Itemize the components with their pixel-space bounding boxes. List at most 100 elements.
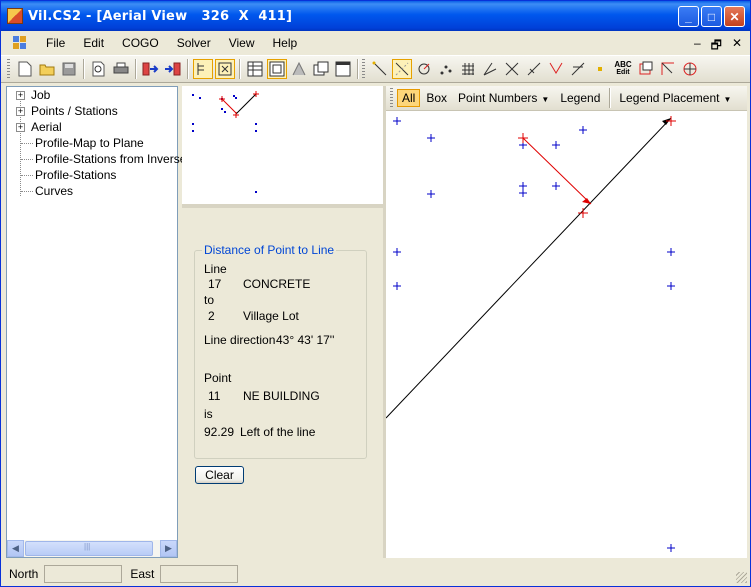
- new-icon[interactable]: [15, 59, 35, 79]
- diagonal-icon[interactable]: [524, 59, 544, 79]
- resize-grip[interactable]: [736, 572, 747, 583]
- arc-corner-icon[interactable]: [658, 59, 678, 79]
- aerial-toolbar-grip[interactable]: [390, 88, 393, 108]
- grid-icon[interactable]: [458, 59, 478, 79]
- tree-item-curves[interactable]: Curves: [7, 183, 73, 199]
- overview-point: [192, 123, 194, 125]
- survey-point: [393, 117, 401, 125]
- pane-icon[interactable]: [267, 59, 287, 79]
- aerial-toolbar: All Box Point Numbers ▼ Legend Legend Pla…: [386, 86, 747, 111]
- scroll-left-icon[interactable]: ◀: [7, 540, 24, 557]
- chevron-down-icon: ▼: [723, 95, 732, 104]
- to-point-number: 2: [208, 309, 215, 323]
- tree-item-label: Job: [31, 88, 51, 102]
- menu-edit[interactable]: Edit: [74, 36, 113, 50]
- circle-quarter-icon[interactable]: [680, 59, 700, 79]
- overview-point: [192, 94, 194, 96]
- line-label: Line: [204, 262, 227, 276]
- tree-item-job[interactable]: + Job: [7, 87, 50, 103]
- toolbar-grip-2[interactable]: [362, 59, 365, 79]
- zoom-extents-icon[interactable]: [215, 59, 235, 79]
- tree-item-profile-stations-from-inverse[interactable]: Profile-Stations from Inverse: [7, 151, 186, 167]
- aerial-canvas[interactable]: [386, 112, 747, 558]
- survey-point: [667, 282, 675, 290]
- open-icon[interactable]: [37, 59, 57, 79]
- save-icon[interactable]: [59, 59, 79, 79]
- overview-point: [199, 97, 201, 99]
- overview-point: [255, 191, 257, 193]
- overview-point: [255, 123, 257, 125]
- legend-placement-label: Legend Placement: [619, 91, 720, 105]
- foot-point-marker: [578, 208, 588, 218]
- title-bar[interactable]: Vil.CS2 - [Aerial View 326 X 411] _ □ ✕: [1, 1, 750, 31]
- project-tree[interactable]: + Job + Points / Stations + Aerial Profi…: [6, 86, 186, 558]
- angle-icon[interactable]: [480, 59, 500, 79]
- point-numbers-dropdown[interactable]: Point Numbers ▼: [453, 89, 554, 107]
- clear-button[interactable]: Clear: [195, 466, 244, 484]
- line-icon[interactable]: [370, 59, 390, 79]
- tree-item-points-stations[interactable]: + Points / Stations: [7, 103, 118, 119]
- point-number: 11: [208, 389, 221, 403]
- overview-point: [221, 108, 223, 110]
- overview-map[interactable]: [182, 86, 383, 204]
- copy-window-icon[interactable]: [311, 59, 331, 79]
- intersect-icon[interactable]: [502, 59, 522, 79]
- tree-item-profile-stations[interactable]: Profile-Stations: [7, 167, 116, 183]
- minimize-button[interactable]: _: [678, 6, 699, 27]
- menu-help[interactable]: Help: [264, 36, 307, 50]
- points-icon[interactable]: [436, 59, 456, 79]
- maximize-button[interactable]: □: [701, 6, 722, 27]
- frame-icon[interactable]: [636, 59, 656, 79]
- chevron-down-icon: ▼: [541, 95, 550, 104]
- legend-placement-dropdown[interactable]: Legend Placement ▼: [614, 89, 736, 107]
- road-icon[interactable]: [289, 59, 309, 79]
- scroll-right-icon[interactable]: ▶: [160, 540, 177, 557]
- from-point-name: CONCRETE: [243, 277, 311, 291]
- reference-line: [386, 117, 672, 419]
- aerial-view[interactable]: All Box Point Numbers ▼ Legend Legend Pla…: [386, 86, 747, 558]
- overview-map-drawing: [192, 91, 259, 193]
- abc-edit-icon[interactable]: ABC Edit: [612, 59, 634, 79]
- offset-icon[interactable]: [546, 59, 566, 79]
- import-icon[interactable]: [141, 59, 161, 79]
- mdi-restore-button[interactable]: 🗗: [711, 36, 722, 57]
- tree-item-profile-map-to-plane[interactable]: Profile-Map to Plane: [7, 135, 144, 151]
- mdi-close-button[interactable]: ✕: [732, 36, 742, 57]
- print-preview-icon[interactable]: [89, 59, 109, 79]
- point-name: NE BUILDING: [243, 389, 320, 403]
- to-label: to: [204, 293, 215, 307]
- legend-button[interactable]: Legend: [555, 89, 605, 107]
- tree-item-aerial[interactable]: + Aerial: [7, 119, 62, 135]
- text-edit-icon[interactable]: [193, 59, 213, 79]
- export-icon[interactable]: [163, 59, 183, 79]
- box-button[interactable]: Box: [421, 89, 452, 107]
- menu-file[interactable]: File: [37, 36, 74, 50]
- is-label: is: [204, 407, 213, 421]
- tree-horizontal-scrollbar[interactable]: ◀ ||| ▶: [7, 540, 177, 557]
- curve-icon[interactable]: [414, 59, 434, 79]
- close-button[interactable]: ✕: [724, 6, 745, 27]
- window-icon[interactable]: [333, 59, 353, 79]
- all-button[interactable]: All: [397, 89, 421, 107]
- overview-point: [233, 95, 235, 97]
- group-title: Distance of Point to Line: [202, 243, 337, 257]
- menu-view[interactable]: View: [220, 36, 264, 50]
- point-icon[interactable]: [590, 59, 610, 79]
- expand-icon[interactable]: +: [16, 90, 25, 100]
- survey-point: [393, 248, 401, 256]
- expand-icon[interactable]: +: [16, 106, 25, 116]
- print-icon[interactable]: [111, 59, 131, 79]
- main-toolbar: ABC Edit: [1, 55, 750, 83]
- scroll-grip: |||: [84, 542, 91, 551]
- mdi-minimize-button[interactable]: –: [694, 36, 701, 57]
- menu-solver[interactable]: Solver: [168, 36, 220, 50]
- expand-icon[interactable]: +: [16, 122, 25, 132]
- dimension-line-icon[interactable]: [392, 59, 412, 79]
- survey-point: [667, 544, 675, 552]
- scroll-thumb[interactable]: |||: [25, 541, 153, 556]
- menu-cogo[interactable]: COGO: [113, 36, 168, 50]
- toolbar-grip[interactable]: [7, 59, 10, 79]
- table-icon[interactable]: [245, 59, 265, 79]
- perpendicular-icon[interactable]: [568, 59, 588, 79]
- mdi-child-icon[interactable]: [13, 36, 29, 50]
